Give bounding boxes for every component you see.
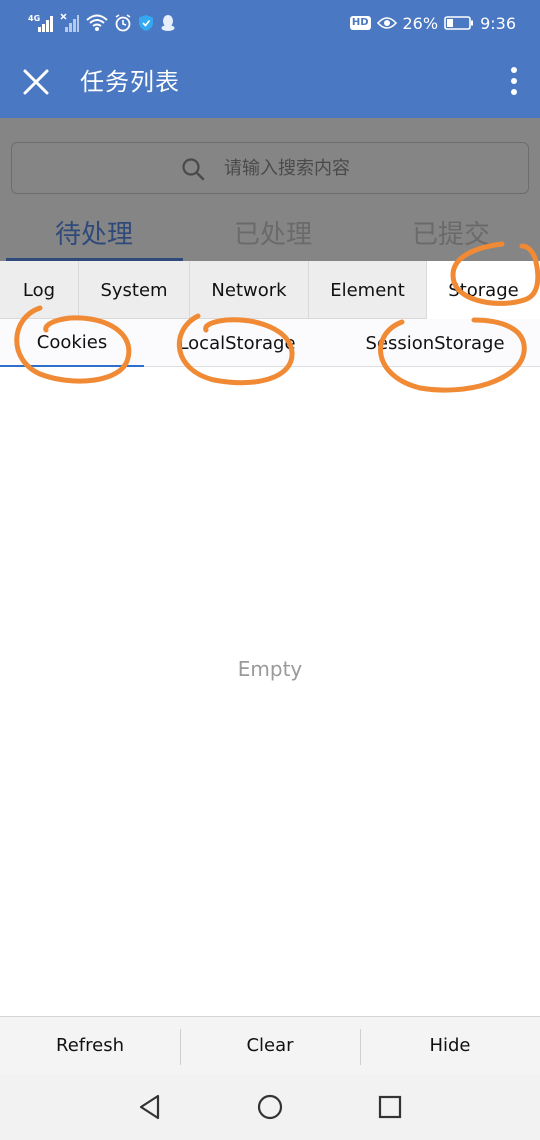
subtab-sessionstorage[interactable]: SessionStorage (330, 319, 540, 367)
tab-network[interactable]: Network (190, 261, 309, 319)
alarm-icon (115, 14, 131, 32)
tab-system[interactable]: System (79, 261, 190, 319)
close-icon[interactable] (20, 66, 52, 98)
refresh-button[interactable]: Refresh (0, 1017, 180, 1074)
console-toolbar: Refresh Clear Hide (0, 1016, 540, 1074)
qq-icon (161, 15, 175, 31)
empty-state-text: Empty (237, 657, 303, 681)
battery-icon (444, 16, 474, 30)
back-icon[interactable] (136, 1093, 164, 1121)
app-header: 任务列表 (0, 46, 540, 118)
tab-pending[interactable]: 待处理 (55, 218, 133, 252)
status-left-icons: 4G (28, 12, 176, 34)
battery-percent: 26% (402, 13, 439, 33)
storage-subtabs: Cookies LocalStorage SessionStorage (0, 319, 540, 367)
recents-icon[interactable] (376, 1093, 404, 1121)
status-right-icons: HD 26% 9:36 (349, 12, 516, 34)
wifi-icon (86, 14, 108, 31)
subtab-localstorage[interactable]: LocalStorage (144, 319, 330, 367)
home-icon[interactable] (256, 1093, 284, 1121)
eye-comfort-icon (376, 17, 397, 29)
hd-badge: HD (349, 16, 371, 30)
search-input[interactable]: 请输入搜索内容 (11, 142, 529, 194)
cellular-signal-icon: 4G (28, 14, 53, 32)
tab-processed[interactable]: 已处理 (234, 218, 312, 252)
subtab-cookies[interactable]: Cookies (0, 319, 144, 367)
status-bar: 4G HD 26% 9:36 (0, 0, 540, 46)
hide-button[interactable]: Hide (360, 1017, 540, 1074)
more-vert-icon[interactable] (508, 64, 520, 100)
clear-button[interactable]: Clear (180, 1017, 360, 1074)
cellular-signal-off-icon (60, 13, 79, 32)
storage-content: Empty (0, 367, 540, 1016)
tab-submitted[interactable]: 已提交 (412, 218, 490, 252)
console-tabbar: Log System Network Element Storage (0, 261, 540, 319)
svg-text:4G: 4G (28, 14, 40, 23)
page-title: 任务列表 (80, 68, 180, 96)
shield-icon (139, 15, 153, 31)
clock: 9:36 (480, 13, 516, 33)
search-icon (182, 158, 205, 181)
tab-element[interactable]: Element (309, 261, 427, 319)
system-nav-bar (0, 1074, 540, 1140)
tab-log[interactable]: Log (0, 261, 79, 319)
search-placeholder: 请输入搜索内容 (224, 158, 350, 179)
dimmed-page: 请输入搜索内容 待处理 已处理 已提交 (0, 118, 540, 261)
tab-storage[interactable]: Storage (427, 261, 540, 319)
